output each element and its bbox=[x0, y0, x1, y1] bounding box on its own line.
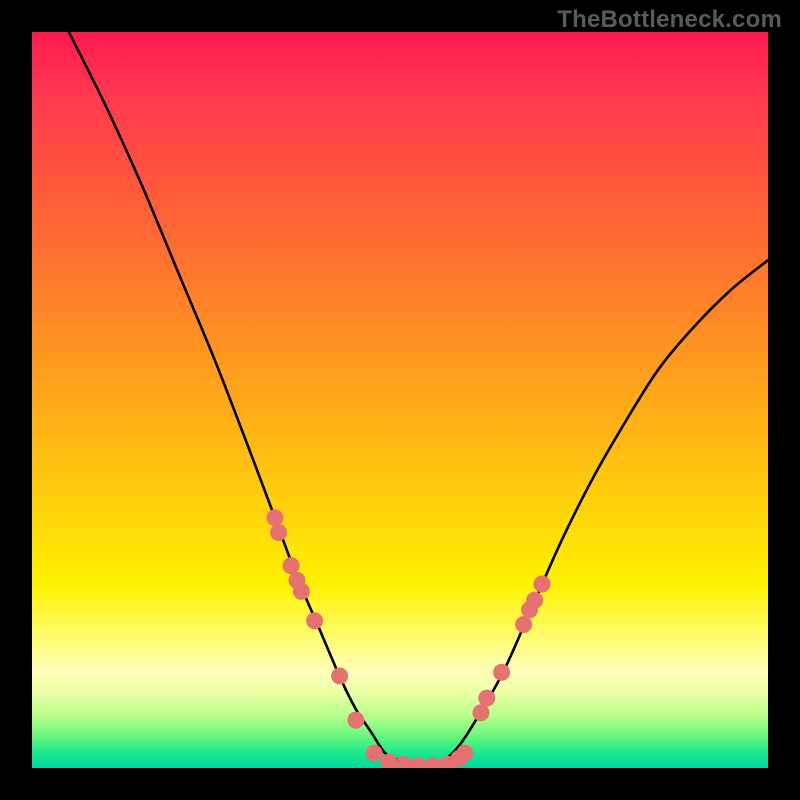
bottleneck-curve bbox=[32, 32, 768, 768]
data-dots bbox=[266, 509, 550, 768]
data-dot bbox=[331, 668, 348, 685]
data-dot bbox=[425, 757, 442, 768]
curve-line bbox=[69, 32, 768, 768]
plot-area bbox=[32, 32, 768, 768]
data-dot bbox=[270, 524, 287, 541]
data-dot bbox=[478, 690, 495, 707]
data-dot bbox=[515, 616, 532, 633]
chart-frame: TheBottleneck.com bbox=[0, 0, 800, 800]
data-dot bbox=[410, 757, 427, 768]
data-dot bbox=[306, 612, 323, 629]
data-dot bbox=[266, 509, 283, 526]
data-dot bbox=[347, 712, 364, 729]
data-dot bbox=[493, 664, 510, 681]
data-dot bbox=[395, 756, 412, 768]
data-dot bbox=[366, 745, 383, 762]
data-dot bbox=[293, 583, 310, 600]
data-dot bbox=[526, 592, 543, 609]
data-dot bbox=[380, 754, 397, 768]
watermark-text: TheBottleneck.com bbox=[557, 6, 782, 34]
data-dot bbox=[472, 704, 489, 721]
data-dot bbox=[283, 557, 300, 574]
data-dot bbox=[534, 576, 551, 593]
data-dot bbox=[456, 745, 473, 762]
